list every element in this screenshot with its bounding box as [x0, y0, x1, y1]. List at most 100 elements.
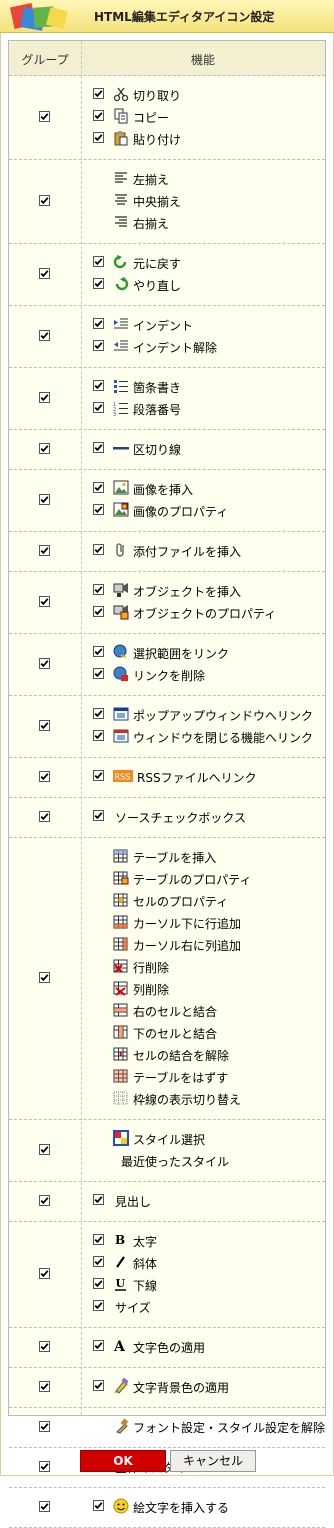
group-checkbox[interactable] — [39, 1195, 50, 1206]
feature-item: 行削除 — [93, 957, 319, 975]
feature-checkbox[interactable] — [93, 810, 104, 821]
feature-item: 列削除 — [93, 979, 319, 997]
feature-checkbox[interactable] — [93, 1278, 104, 1289]
globe-link-icon — [113, 644, 129, 660]
feature-label: スタイル選択 — [133, 1133, 206, 1147]
toggle-borders-icon — [113, 1090, 129, 1106]
group-checkbox[interactable] — [39, 1381, 50, 1392]
text-color-icon: A — [113, 1338, 129, 1354]
group-checkbox[interactable] — [39, 972, 50, 983]
group-row: A 文字色の適用 — [9, 1327, 325, 1368]
insert-object-icon — [113, 582, 129, 598]
feature-label: 太字 — [133, 1235, 158, 1249]
feature-label: オブジェクトのプロパティ — [133, 607, 277, 621]
feature-checkbox[interactable] — [93, 318, 104, 329]
feature-item: サイズ — [93, 1297, 319, 1315]
group-checkbox[interactable] — [39, 658, 50, 669]
group-checkbox[interactable] — [39, 1501, 50, 1512]
feature-checkbox[interactable] — [93, 402, 104, 413]
group-row: ポップアップウィンドウへリンク ウィンドウを閉じる機能へリンク — [9, 695, 325, 758]
group-checkbox[interactable] — [39, 330, 50, 341]
feature-label: 区切り線 — [133, 443, 182, 457]
feature-label: 切り取り — [133, 89, 182, 103]
feature-label: カーソル右に列追加 — [133, 939, 242, 953]
group-checkbox[interactable] — [39, 443, 50, 454]
header-bar: HTML編集エディタアイコン設定 — [0, 0, 334, 33]
align-right-icon — [113, 214, 129, 230]
feature-checkbox[interactable] — [93, 646, 104, 657]
feature-item: 見出し — [93, 1191, 319, 1209]
group-row: 絵文字を挿入する — [9, 1487, 325, 1528]
feature-checkbox[interactable] — [93, 256, 104, 267]
feature-checkbox[interactable] — [93, 482, 104, 493]
feature-checkbox[interactable] — [93, 730, 104, 741]
feature-checkbox[interactable] — [93, 1500, 104, 1511]
feature-checkbox[interactable] — [93, 442, 104, 453]
feature-checkbox[interactable] — [93, 544, 104, 555]
feature-checkbox[interactable] — [93, 110, 104, 121]
group-checkbox[interactable] — [39, 195, 50, 206]
insert-column-icon — [113, 936, 129, 952]
feature-item: 左揃え — [93, 169, 319, 187]
feature-checkbox[interactable] — [93, 708, 104, 719]
feature-checkbox[interactable] — [93, 770, 104, 781]
feature-item: リンクを削除 — [93, 665, 319, 683]
align-left-icon — [113, 170, 129, 186]
group-checkbox[interactable] — [39, 494, 50, 505]
feature-checkbox[interactable] — [93, 668, 104, 679]
feature-item: 画像を挿入 — [93, 479, 319, 497]
feature-checkbox[interactable] — [93, 88, 104, 99]
feature-checkbox[interactable] — [93, 380, 104, 391]
group-checkbox[interactable] — [39, 111, 50, 122]
feature-checkbox[interactable] — [93, 132, 104, 143]
feature-label: インデント — [133, 319, 194, 333]
group-row: インデント インデント解除 — [9, 305, 325, 368]
column-header-group: グループ — [21, 53, 69, 67]
group-checkbox[interactable] — [39, 1341, 50, 1352]
feature-checkbox[interactable] — [93, 1340, 104, 1351]
feature-item: オブジェクトを挿入 — [93, 581, 319, 599]
feature-checkbox[interactable] — [93, 584, 104, 595]
feature-checkbox[interactable] — [93, 1380, 104, 1391]
group-checkbox[interactable] — [39, 545, 50, 556]
svg-text:B: B — [115, 1233, 125, 1247]
smiley-icon — [113, 1498, 129, 1514]
ok-button[interactable]: OK — [80, 1450, 166, 1472]
group-checkbox[interactable] — [39, 596, 50, 607]
feature-checkbox[interactable] — [93, 1256, 104, 1267]
feature-label: ウィンドウを閉じる機能へリンク — [133, 731, 314, 745]
feature-checkbox[interactable] — [93, 1234, 104, 1245]
highlight-color-icon — [113, 1378, 129, 1394]
group-checkbox[interactable] — [39, 1144, 50, 1155]
feature-item: やり直し — [93, 275, 319, 293]
feature-label: 文字色の適用 — [133, 1341, 206, 1355]
feature-label: 画像のプロパティ — [133, 505, 229, 519]
feature-label: ソースチェックボックス — [115, 811, 247, 825]
group-checkbox[interactable] — [39, 771, 50, 782]
feature-label: 選択範囲をリンク — [133, 647, 230, 661]
column-header-function: 機能 — [190, 53, 215, 67]
feature-label: RSSファイルへリンク — [137, 771, 257, 785]
cancel-button[interactable]: キャンセル — [170, 1450, 256, 1472]
feature-checkbox[interactable] — [93, 1194, 104, 1205]
feature-checkbox[interactable] — [93, 340, 104, 351]
group-checkbox[interactable] — [39, 811, 50, 822]
group-checkbox[interactable] — [39, 1268, 50, 1279]
group-checkbox[interactable] — [39, 720, 50, 731]
feature-item: 右のセルと結合 — [93, 1001, 319, 1019]
group-checkbox[interactable] — [39, 1421, 50, 1432]
feature-checkbox[interactable] — [93, 1300, 104, 1311]
feature-item: 最近使ったスタイル — [93, 1151, 319, 1169]
group-checkbox[interactable] — [39, 392, 50, 403]
feature-checkbox[interactable] — [93, 278, 104, 289]
feature-label: カーソル下に行追加 — [133, 917, 242, 931]
indent-icon — [113, 316, 129, 332]
close-window-icon — [113, 728, 129, 744]
group-checkbox[interactable] — [39, 268, 50, 279]
feature-checkbox[interactable] — [93, 504, 104, 515]
feature-checkbox[interactable] — [93, 606, 104, 617]
feature-item: 選択範囲をリンク — [93, 643, 319, 661]
group-row: RSS RSSファイルへリンク — [9, 757, 325, 798]
feature-item: ソースチェックボックス — [93, 807, 319, 825]
feature-item: 枠線の表示切り替え — [93, 1089, 319, 1107]
